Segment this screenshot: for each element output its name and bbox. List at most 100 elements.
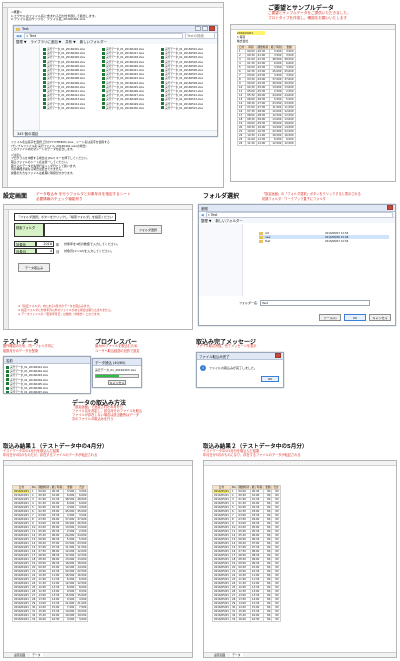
- table-cell[interactable]: 48,500: [75, 497, 89, 502]
- month-input[interactable]: 4: [36, 248, 54, 254]
- table-cell[interactable]: 2016/04/01: [12, 513, 31, 518]
- table-cell[interactable]: 06:30: [245, 101, 257, 106]
- table-cell[interactable]: 05:30: [245, 93, 257, 98]
- table-cell[interactable]: 2016/04/01: [12, 553, 31, 558]
- table-cell[interactable]: 2016/04/01: [12, 593, 31, 598]
- table-cell[interactable]: 16:00: [36, 617, 51, 622]
- table-cell[interactable]: 26,500: [269, 81, 284, 86]
- table-cell[interactable]: 2016/05/01: [212, 585, 231, 590]
- close-button[interactable]: [387, 205, 393, 210]
- table-cell[interactable]: 2016/04/01: [12, 505, 31, 510]
- table-cell[interactable]: 2016/05/01: [212, 533, 231, 538]
- table-cell[interactable]: 12,500: [282, 113, 296, 118]
- forward-icon[interactable]: ▶: [20, 34, 23, 38]
- folder-select-button[interactable]: フォルダ選択: [134, 225, 162, 234]
- table-cell[interactable]: 19,500: [75, 613, 89, 618]
- table-cell[interactable]: 18,000: [269, 121, 284, 126]
- table-cell[interactable]: 11:30: [245, 141, 257, 146]
- table-cell[interactable]: 2016/04/01: [12, 569, 31, 574]
- table-cell[interactable]: 2016/05/01: [212, 545, 231, 550]
- table-cell[interactable]: 2016/04/01: [12, 541, 31, 546]
- table-cell[interactable]: 2016/04/01: [12, 617, 31, 622]
- table-cell[interactable]: 12,000: [75, 549, 89, 554]
- table-cell[interactable]: 24,000: [63, 533, 77, 538]
- table-cell[interactable]: 2016/04/01: [12, 573, 31, 578]
- table-cell[interactable]: 13,000: [63, 557, 77, 562]
- menu-share[interactable]: 共有 ▼: [65, 39, 75, 44]
- table-cell[interactable]: 11,500: [282, 105, 296, 110]
- close-button[interactable]: [275, 353, 281, 358]
- table-cell[interactable]: 14,500: [282, 125, 296, 130]
- table-cell[interactable]: 16:30: [249, 617, 265, 622]
- table-cell[interactable]: 2016/04/01: [12, 501, 31, 506]
- table-cell[interactable]: 14,500: [269, 125, 284, 130]
- table-cell[interactable]: 2016/05/01: [212, 541, 231, 546]
- table-cell[interactable]: 2016/05/01: [212, 493, 231, 498]
- table-cell[interactable]: 2016/05/01: [212, 549, 231, 554]
- table-cell[interactable]: 13,000: [269, 85, 284, 90]
- table-cell[interactable]: 2016/04/01: [12, 489, 31, 494]
- sample-cell-3[interactable]: 株式会社: [237, 39, 265, 43]
- table-cell[interactable]: 2016/05/01: [212, 529, 231, 534]
- table-cell[interactable]: 2016/05/01: [212, 489, 231, 494]
- table-cell[interactable]: 06:00: [245, 97, 257, 102]
- table-cell[interactable]: 21,000: [63, 601, 77, 606]
- complete-ok-button[interactable]: OK: [261, 376, 279, 382]
- file-item[interactable]: 実行データ_01_20160515.xlsx: [161, 106, 217, 110]
- table-cell[interactable]: 02:30: [245, 69, 257, 74]
- table-cell[interactable]: 24: [236, 141, 247, 146]
- ok-button[interactable]: OK: [344, 314, 366, 321]
- table-cell[interactable]: 2016/05/01: [212, 509, 231, 514]
- table-cell[interactable]: 3,000: [75, 617, 89, 622]
- table-cell[interactable]: 22,500: [282, 129, 296, 134]
- table-cell[interactable]: 02:00: [245, 65, 257, 70]
- table-cell[interactable]: 2016/04/01: [12, 589, 31, 594]
- table-cell[interactable]: 48,500: [63, 497, 77, 502]
- table-cell[interactable]: 11,500: [269, 105, 284, 110]
- table-cell[interactable]: 10:00: [245, 129, 257, 134]
- progress-cancel-button[interactable]: キャンセル: [108, 380, 126, 385]
- table-cell[interactable]: 18,000: [75, 561, 89, 566]
- back-icon[interactable]: ◀: [201, 213, 204, 217]
- table-cell[interactable]: 26,500: [75, 521, 89, 526]
- table-cell[interactable]: 37,000: [75, 517, 89, 522]
- table-cell[interactable]: 2016/05/01: [212, 497, 231, 502]
- search-input[interactable]: Testの検索: [185, 32, 215, 39]
- table-cell[interactable]: 18,000: [63, 561, 77, 566]
- table-cell[interactable]: 37,000: [63, 517, 77, 522]
- table-cell[interactable]: 2016/04/01: [12, 561, 31, 566]
- tab-settings[interactable]: 設定画面: [14, 653, 25, 657]
- table-cell[interactable]: 22,500: [63, 569, 77, 574]
- table-cell[interactable]: 00:30: [245, 53, 257, 58]
- menu-organize[interactable]: 整理 ▼: [16, 39, 26, 44]
- table-cell[interactable]: 45,000: [269, 69, 284, 74]
- table-cell[interactable]: 10,000: [75, 609, 89, 614]
- table-cell[interactable]: 00:00: [245, 49, 257, 54]
- table-cell[interactable]: 13,000: [63, 525, 77, 530]
- table-cell[interactable]: 10:30: [245, 133, 257, 138]
- table-cell[interactable]: 04:30: [245, 85, 257, 90]
- table-cell[interactable]: 2016/04/01: [12, 597, 31, 602]
- table-cell[interactable]: 2016/05/01: [212, 521, 231, 526]
- table-cell[interactable]: 16:00: [236, 617, 251, 622]
- table-cell[interactable]: 48,500: [269, 57, 284, 62]
- tab-data[interactable]: データ: [230, 653, 243, 657]
- table-cell[interactable]: 2016/04/01: [12, 521, 31, 526]
- table-cell[interactable]: 2016/04/01: [12, 533, 31, 538]
- table-cell[interactable]: 12,500: [63, 553, 77, 558]
- year-input[interactable]: 2016: [36, 241, 54, 247]
- table-cell[interactable]: 2016/05/01: [212, 573, 231, 578]
- folder-path-field[interactable]: [44, 223, 124, 237]
- table-cell[interactable]: 22,500: [75, 569, 89, 574]
- table-cell[interactable]: 15,000: [75, 593, 89, 598]
- table-cell[interactable]: 10,000: [63, 609, 77, 614]
- table-cell[interactable]: 2016/04/01: [12, 517, 31, 522]
- table-cell[interactable]: 2016/04/01: [12, 497, 31, 502]
- minimize-button[interactable]: [195, 26, 201, 31]
- table-cell[interactable]: 2016/05/01: [212, 577, 231, 582]
- table-cell[interactable]: 22,500: [269, 129, 284, 134]
- table-cell[interactable]: 2016/05/01: [212, 557, 231, 562]
- table-cell[interactable]: 2016/05/01: [212, 525, 231, 530]
- table-cell[interactable]: 19,500: [63, 613, 77, 618]
- table-cell[interactable]: 05:00: [245, 89, 257, 94]
